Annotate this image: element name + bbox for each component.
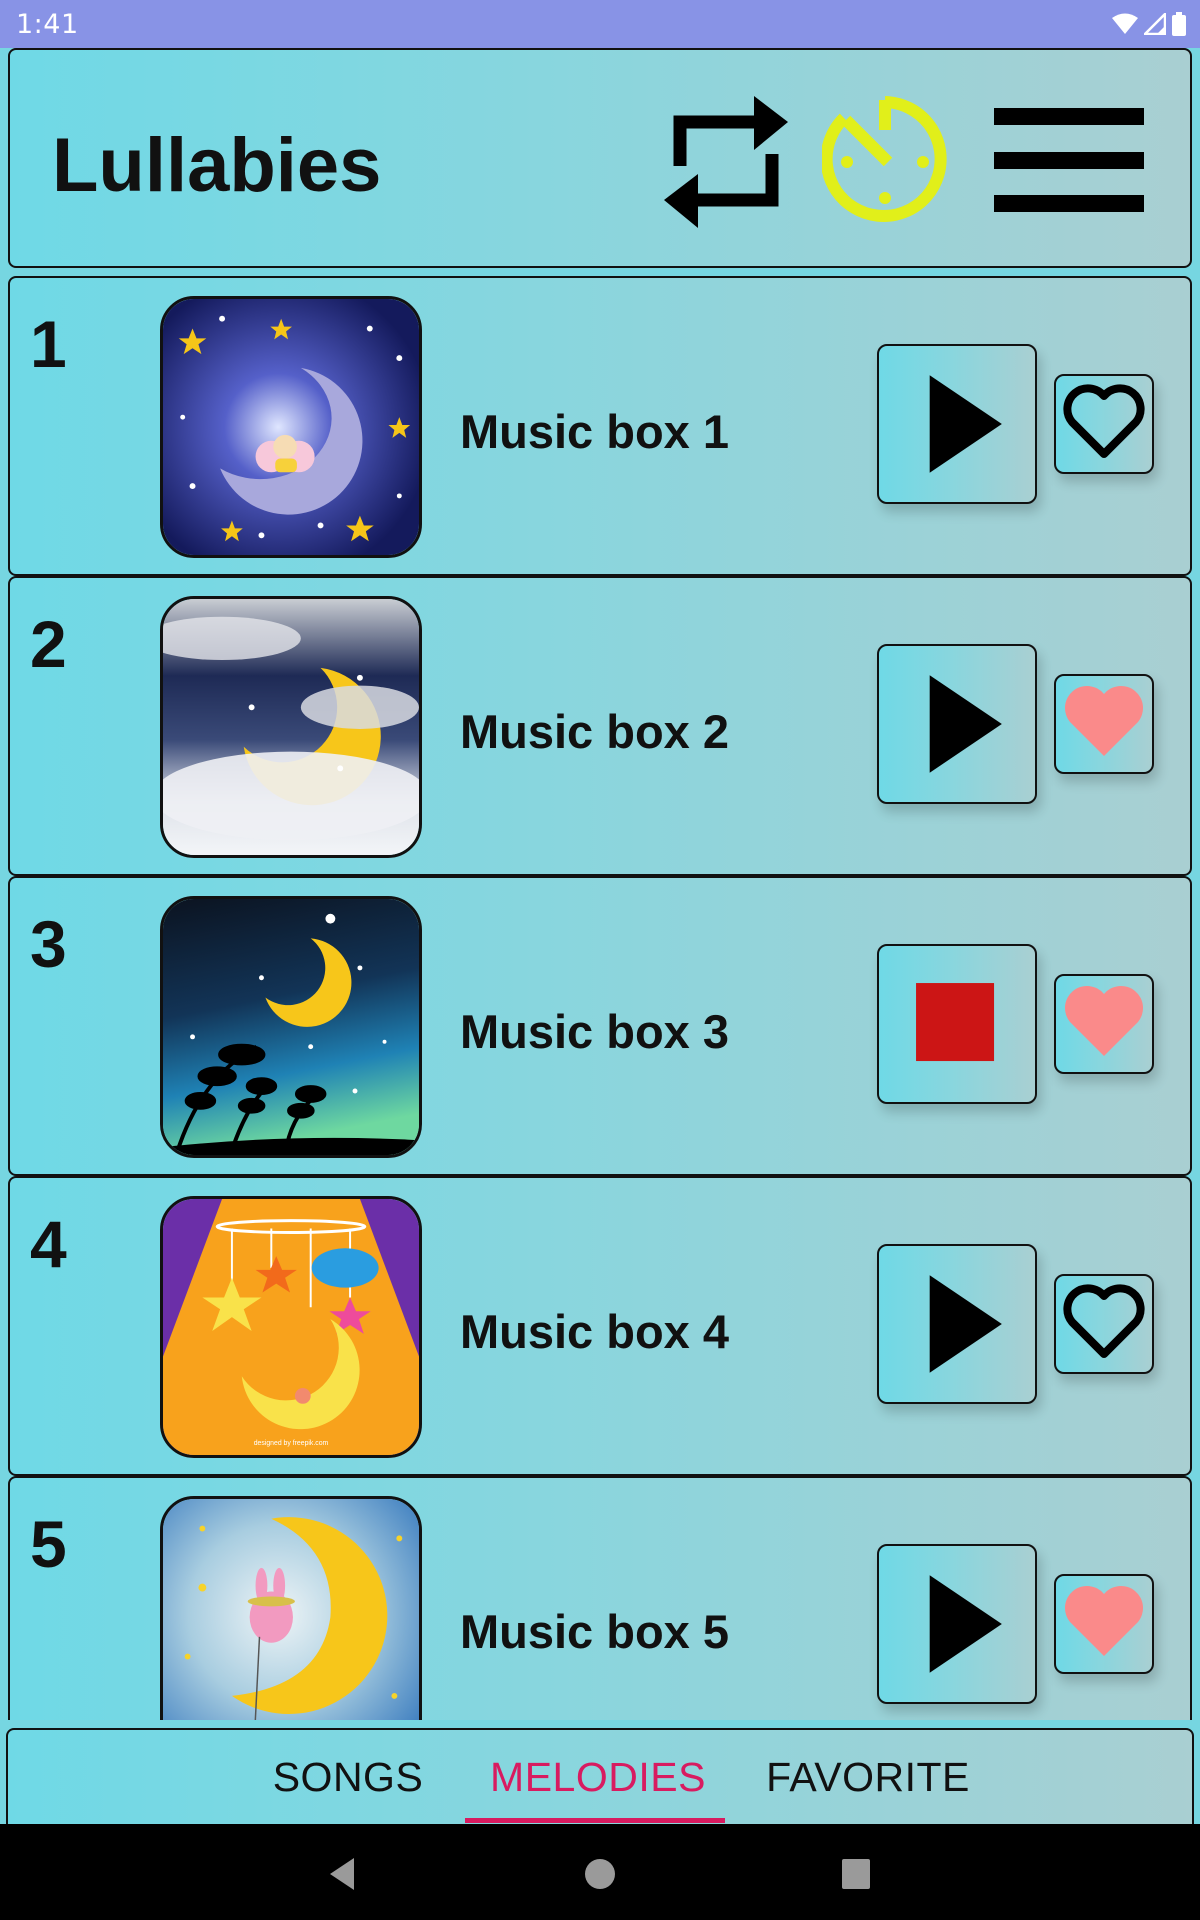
app-header: Lullabies <box>8 48 1192 268</box>
wifi-icon <box>1112 13 1138 34</box>
tab-songs[interactable]: SONGS <box>248 1730 448 1824</box>
track-number: 3 <box>30 907 67 981</box>
play-button[interactable] <box>877 644 1037 804</box>
play-icon <box>929 1275 1002 1373</box>
track-row[interactable]: 4 designed by freepik.com Music box 4 <box>8 1176 1192 1476</box>
status-time: 1:41 <box>16 9 79 40</box>
sleep-timer-button[interactable] <box>820 96 948 222</box>
back-button[interactable] <box>322 1854 362 1894</box>
app-title: Lullabies <box>52 123 382 208</box>
tab-bar: SONGS MELODIES FAVORITE <box>6 1728 1194 1824</box>
favorite-button[interactable] <box>1054 974 1154 1074</box>
thumbnail-credit: designed by freepik.com <box>254 1440 329 1447</box>
moon-night-trees-image <box>163 899 419 1155</box>
track-row[interactable]: 1 Music box 1 <box>8 276 1192 576</box>
track-thumbnail <box>160 296 422 558</box>
track-list[interactable]: 1 Music box 1 2 Music box 2 3 Music box … <box>0 268 1200 1720</box>
play-icon <box>929 1575 1002 1673</box>
menu-icon <box>994 108 1144 212</box>
track-title: Music box 4 <box>460 1305 730 1358</box>
play-icon <box>929 675 1002 773</box>
track-thumbnail <box>160 896 422 1158</box>
tab-melodies[interactable]: MELODIES <box>468 1730 728 1824</box>
track-thumbnail <box>160 596 422 858</box>
track-row[interactable]: 3 Music box 3 <box>8 876 1192 1176</box>
heart-outline-icon <box>1063 1284 1145 1358</box>
track-number: 5 <box>30 1507 67 1581</box>
system-nav-bar <box>0 1824 1200 1920</box>
signal-icon <box>1144 13 1166 35</box>
battery-icon <box>1172 12 1186 36</box>
track-row[interactable]: 2 Music box 2 <box>8 576 1192 876</box>
heart-filled-icon <box>1064 685 1144 756</box>
tab-favorite[interactable]: FAVORITE <box>748 1730 988 1824</box>
heart-filled-icon <box>1064 1585 1144 1656</box>
home-button[interactable] <box>580 1854 620 1894</box>
active-tab-indicator <box>465 1818 725 1823</box>
favorite-button[interactable] <box>1054 1574 1154 1674</box>
back-icon <box>330 1858 354 1890</box>
recents-icon <box>842 1859 870 1889</box>
status-icons <box>1112 12 1186 36</box>
status-bar: 1:41 <box>0 0 1200 48</box>
track-title: Music box 3 <box>460 1005 730 1058</box>
home-icon <box>585 1859 615 1889</box>
repeat-button[interactable] <box>662 94 792 232</box>
track-thumbnail: designed by freepik.com <box>160 1196 422 1458</box>
menu-button[interactable] <box>988 106 1144 216</box>
track-thumbnail <box>160 1496 422 1720</box>
play-button[interactable] <box>877 1244 1037 1404</box>
play-icon <box>929 375 1002 473</box>
stop-button[interactable] <box>877 944 1037 1104</box>
track-title: Music box 5 <box>460 1605 730 1658</box>
heart-outline-icon <box>1063 384 1145 458</box>
heart-filled-icon <box>1064 985 1144 1056</box>
stop-icon <box>916 983 995 1062</box>
repeat-icon <box>664 96 788 228</box>
track-number: 4 <box>30 1207 67 1281</box>
moon-in-clouds-image <box>163 599 419 855</box>
baby-mobile-moon-image: designed by freepik.com <box>163 1199 419 1455</box>
bunny-on-moon-image <box>163 1499 419 1720</box>
track-row[interactable]: 5 Music box 5 <box>8 1476 1192 1720</box>
recents-button[interactable] <box>836 1854 876 1894</box>
track-title: Music box 1 <box>460 405 730 458</box>
fairy-on-moon-image <box>163 299 419 555</box>
track-title: Music box 2 <box>460 705 730 758</box>
favorite-button[interactable] <box>1054 674 1154 774</box>
play-button[interactable] <box>877 1544 1037 1704</box>
favorite-button[interactable] <box>1054 1274 1154 1374</box>
track-number: 1 <box>30 307 67 381</box>
favorite-button[interactable] <box>1054 374 1154 474</box>
play-button[interactable] <box>877 344 1037 504</box>
track-number: 2 <box>30 607 67 681</box>
sleep-timer-icon <box>820 96 947 222</box>
